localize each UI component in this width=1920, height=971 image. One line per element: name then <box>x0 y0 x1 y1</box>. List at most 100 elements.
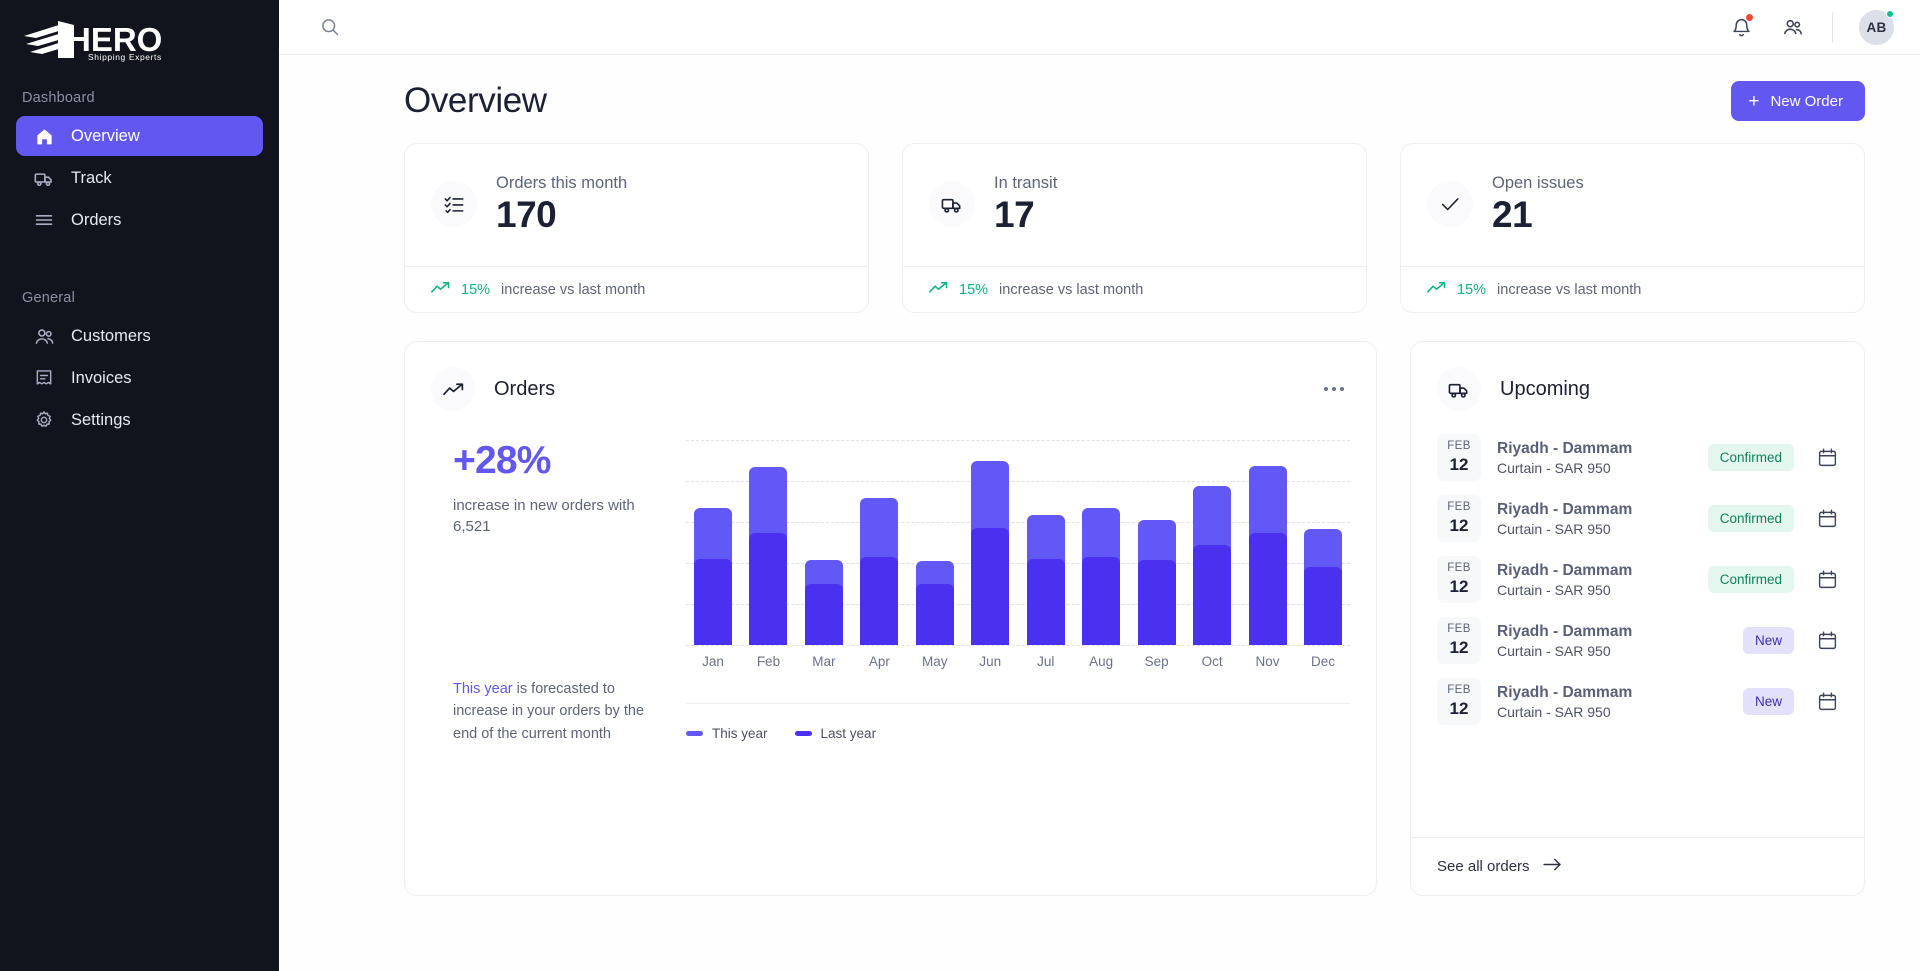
upcoming-panel: Upcoming FEB12Riyadh - DammamCurtain - S… <box>1410 341 1865 896</box>
chart-legend-item[interactable]: Last year <box>795 726 877 741</box>
upcoming-row[interactable]: FEB12Riyadh - DammamCurtain - SAR 950Con… <box>1437 427 1838 488</box>
chart-bar-group[interactable] <box>749 440 787 645</box>
calendar-icon[interactable] <box>1816 447 1838 468</box>
chart-bar-group[interactable] <box>971 440 1009 645</box>
brand-logo[interactable]: HERO Shipping Experts <box>0 0 279 78</box>
upcoming-day: 12 <box>1437 516 1481 536</box>
sidebar-item-invoices[interactable]: Invoices <box>16 358 263 398</box>
sidebar-item-settings[interactable]: Settings <box>16 400 263 440</box>
upcoming-month: FEB <box>1437 500 1481 516</box>
stat-trend-text: increase vs last month <box>501 282 645 298</box>
chart-bar-group[interactable] <box>805 440 843 645</box>
people-icon[interactable] <box>1780 14 1806 40</box>
chart-bar <box>1249 466 1287 645</box>
chart-bar-group[interactable] <box>1193 440 1231 645</box>
new-order-button[interactable]: + New Order <box>1731 81 1865 121</box>
more-horizontal-icon[interactable] <box>1318 381 1350 397</box>
chart-legend-item[interactable]: This year <box>686 726 768 741</box>
plus-icon: + <box>1748 92 1759 111</box>
stat-card-body: Open issues 21 <box>1401 144 1864 266</box>
upcoming-list: FEB12Riyadh - DammamCurtain - SAR 950Con… <box>1411 421 1864 837</box>
chart-bar <box>860 498 898 645</box>
upcoming-route: Riyadh - Dammam <box>1497 623 1727 641</box>
chart-bar-segment-last-year <box>1027 559 1065 645</box>
upcoming-info: Riyadh - DammamCurtain - SAR 950 <box>1497 684 1727 720</box>
upcoming-row[interactable]: FEB12Riyadh - DammamCurtain - SAR 950New <box>1437 671 1838 732</box>
avatar[interactable]: AB <box>1859 10 1894 45</box>
chart-bar-group[interactable] <box>860 440 898 645</box>
upcoming-month: FEB <box>1437 622 1481 638</box>
calendar-icon[interactable] <box>1816 569 1838 590</box>
orders-chart-column: JanFebMarAprMayJunJulAugSepOctNovDec Thi… <box>676 425 1350 745</box>
see-all-orders-link[interactable]: See all orders <box>1437 858 1838 875</box>
upcoming-day: 12 <box>1437 638 1481 658</box>
bell-icon[interactable] <box>1728 14 1754 40</box>
chart-bar <box>1082 508 1120 645</box>
sidebar-item-label: Overview <box>71 127 140 146</box>
stat-trend-pct: 15% <box>461 282 490 298</box>
upcoming-row[interactable]: FEB12Riyadh - DammamCurtain - SAR 950Con… <box>1437 488 1838 549</box>
upcoming-meta: Curtain - SAR 950 <box>1497 460 1692 476</box>
stat-card-open-issues: Open issues 21 15% increase vs last mont… <box>1400 143 1865 313</box>
sidebar-item-label: Invoices <box>71 369 132 388</box>
orders-summary: +28% increase in new orders with 6,521 T… <box>431 425 676 745</box>
online-status-dot <box>1886 10 1894 18</box>
chart-bar-segment-last-year <box>749 533 787 645</box>
topbar-right: AB <box>1728 10 1894 45</box>
chart-x-axis: JanFebMarAprMayJunJulAugSepOctNovDec <box>686 645 1350 669</box>
upcoming-date-chip: FEB12 <box>1437 495 1481 542</box>
arrow-right-icon <box>1543 858 1562 875</box>
upcoming-row[interactable]: FEB12Riyadh - DammamCurtain - SAR 950Con… <box>1437 549 1838 610</box>
chart-bar-segment-last-year <box>805 584 843 645</box>
upcoming-month: FEB <box>1437 561 1481 577</box>
chart-bar-segment-last-year <box>971 528 1009 645</box>
upcoming-row[interactable]: FEB12Riyadh - DammamCurtain - SAR 950New <box>1437 610 1838 671</box>
orders-panel-title: Orders <box>494 378 555 401</box>
chart-x-label: Jul <box>1027 654 1065 669</box>
sidebar: HERO Shipping Experts Dashboard Overview <box>0 0 279 971</box>
chart-bar-group[interactable] <box>1027 440 1065 645</box>
orders-chart-panel: Orders +28% increase in new orders with … <box>404 341 1377 896</box>
gear-icon <box>33 409 55 431</box>
stat-card-orders-this-month: Orders this month 170 15% increase vs la… <box>404 143 869 313</box>
chart-bar <box>1304 529 1342 645</box>
chart-bar <box>1193 486 1231 645</box>
main-area: AB Overview + New Order <box>279 0 1920 971</box>
chart-bar-group[interactable] <box>1082 440 1120 645</box>
stat-value: 170 <box>496 195 627 235</box>
chart-x-label: Apr <box>860 654 898 669</box>
sidebar-item-customers[interactable]: Customers <box>16 316 263 356</box>
sidebar-item-track[interactable]: Track <box>16 158 263 198</box>
trending-up-icon <box>929 281 948 298</box>
calendar-icon[interactable] <box>1816 508 1838 529</box>
sidebar-item-overview[interactable]: Overview <box>16 116 263 156</box>
chart-bar-group[interactable] <box>916 440 954 645</box>
stat-card-footer: 15% increase vs last month <box>405 266 868 312</box>
sidebar-nav-general: Customers Invoices Setti <box>0 316 279 440</box>
search-icon[interactable] <box>317 14 343 40</box>
chart-bar-segment-last-year <box>860 557 898 645</box>
sidebar-item-orders[interactable]: Orders <box>16 200 263 240</box>
chart-bar-segment-this-year <box>1249 466 1287 539</box>
upcoming-day: 12 <box>1437 699 1481 719</box>
calendar-icon[interactable] <box>1816 630 1838 651</box>
page-title: Overview <box>404 81 547 121</box>
sidebar-section-general-label: General <box>0 278 279 316</box>
chart-bar <box>1138 520 1176 645</box>
stat-trend-text: increase vs last month <box>999 282 1143 298</box>
chart-bar-group[interactable] <box>1304 440 1342 645</box>
chart-bar-group[interactable] <box>694 440 732 645</box>
chart-x-label: Mar <box>805 654 843 669</box>
truck-icon <box>929 181 975 227</box>
chart-x-label: Nov <box>1249 654 1287 669</box>
chart-bar-segment-this-year <box>1027 515 1065 565</box>
upcoming-panel-footer: See all orders <box>1411 837 1864 895</box>
svg-text:Shipping Experts: Shipping Experts <box>88 52 162 62</box>
calendar-icon[interactable] <box>1816 691 1838 712</box>
upcoming-route: Riyadh - Dammam <box>1497 684 1727 702</box>
chart-bar-group[interactable] <box>1138 440 1176 645</box>
chart-bar <box>971 461 1009 646</box>
status-badge: Confirmed <box>1708 566 1794 593</box>
chart-bar-group[interactable] <box>1249 440 1287 645</box>
stat-card-body: Orders this month 170 <box>405 144 868 266</box>
